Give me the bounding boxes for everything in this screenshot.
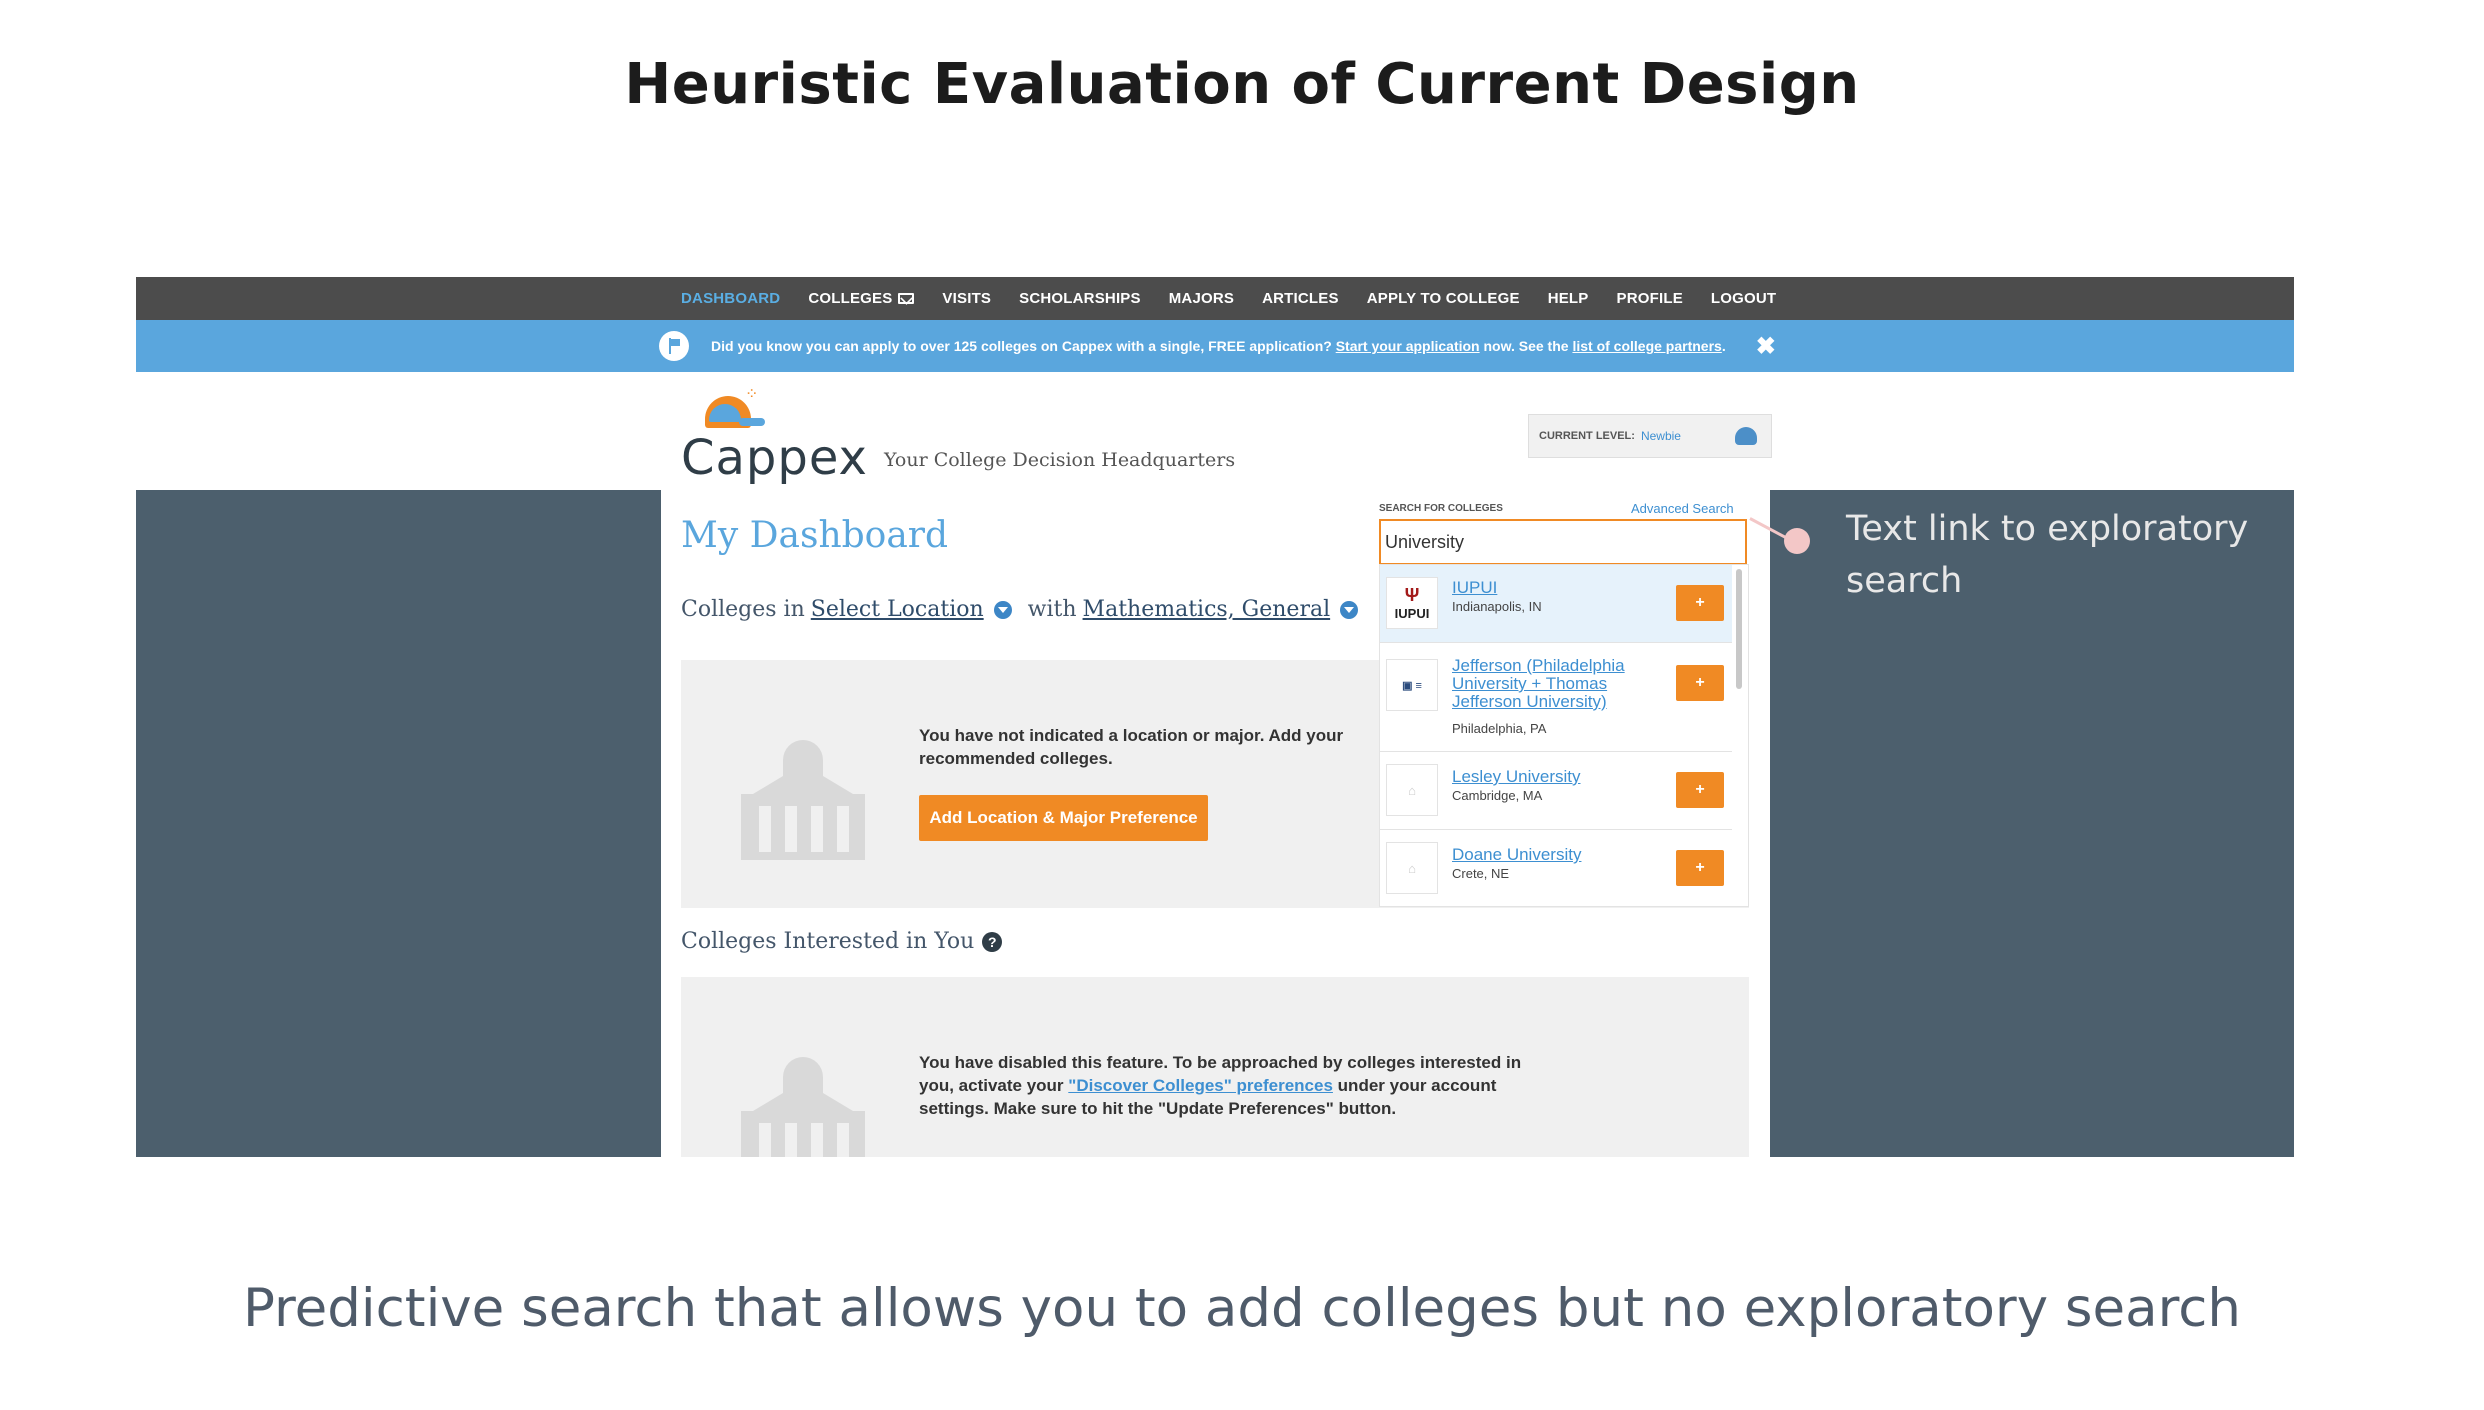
colleges-interested-card: You have disabled this feature. To be ap… <box>681 977 1749 1157</box>
search-result[interactable]: ▣ ≡ Jefferson (Philadelphia University +… <box>1380 643 1732 752</box>
chevron-down-icon[interactable] <box>993 600 1012 619</box>
add-location-major-button[interactable]: Add Location & Major Preference <box>919 795 1208 841</box>
section-title: Colleges Interested in You <box>681 929 975 954</box>
major-link[interactable]: Mathematics, General <box>1083 597 1331 622</box>
level-value: Newbie <box>1640 429 1681 443</box>
chevron-down-icon[interactable] <box>1340 600 1359 619</box>
nav-logout[interactable]: LOGOUT <box>1711 290 1776 307</box>
info-banner: Did you know you can apply to over 125 c… <box>136 320 2294 372</box>
recommendation-filter: Colleges in Select Location with Mathema… <box>681 597 1368 622</box>
nav-colleges-label: COLLEGES <box>808 290 893 307</box>
help-icon[interactable]: ? <box>982 931 1003 952</box>
flag-icon <box>659 331 689 361</box>
annotation-text: Text link to exploratory search <box>1846 509 2249 601</box>
nav-help[interactable]: HELP <box>1548 290 1589 307</box>
result-location: Philadelphia, PA <box>1452 721 1547 736</box>
nav-scholarships[interactable]: SCHOLARSHIPS <box>1019 290 1141 307</box>
college-logo: Ψ IUPUI <box>1386 577 1438 629</box>
colleges-interested-heading: Colleges Interested in You ? <box>681 929 1003 954</box>
result-location: Indianapolis, IN <box>1452 599 1542 614</box>
slide-caption: Predictive search that allows you to add… <box>243 1278 2241 1339</box>
nav-colleges[interactable]: COLLEGES <box>808 290 915 307</box>
nav-profile[interactable]: PROFILE <box>1617 290 1683 307</box>
page-title: My Dashboard <box>681 515 949 556</box>
brand-tagline: Your College Decision Headquarters <box>884 449 1236 471</box>
select-location-link[interactable]: Select Location <box>811 597 984 622</box>
start-application-link[interactable]: Start your application <box>1336 338 1480 354</box>
nav-visits[interactable]: VISITS <box>942 290 991 307</box>
result-name[interactable]: Doane University <box>1452 846 1652 864</box>
search-label: SEARCH FOR COLLEGES <box>1379 503 1503 514</box>
result-location: Crete, NE <box>1452 866 1510 881</box>
info-text-middle: now. See the <box>1483 338 1569 354</box>
screenshot-frame: DASHBOARD COLLEGES VISITS SCHOLARSHIPS M… <box>136 277 2294 1157</box>
info-text-end: . <box>1721 338 1726 354</box>
annotation-dot <box>1784 528 1810 554</box>
cap-logo-icon: ⁘ <box>699 386 765 430</box>
level-icon <box>1735 427 1757 445</box>
result-name[interactable]: Jefferson (Philadelphia University + Tho… <box>1452 657 1652 711</box>
nav-apply-to-college[interactable]: APPLY TO COLLEGE <box>1367 290 1520 307</box>
college-partners-link[interactable]: list of college partners <box>1572 338 1721 354</box>
left-background-panel <box>136 490 661 1157</box>
college-logo-placeholder: ⌂ <box>1386 842 1438 894</box>
result-name[interactable]: IUPUI <box>1452 579 1652 597</box>
empty-state-message: You have not indicated a location or maj… <box>919 726 1344 768</box>
college-logo-placeholder: ⌂ <box>1386 764 1438 816</box>
search-result[interactable]: ⌂ Lesley University Cambridge, MA + <box>1380 752 1732 830</box>
add-college-button[interactable]: + <box>1676 665 1724 701</box>
brand-logo[interactable]: ⁘ Cappex Your College Decision Headquart… <box>681 382 1281 486</box>
school-building-icon <box>733 730 873 860</box>
add-college-button[interactable]: + <box>1676 585 1724 621</box>
nav-articles[interactable]: ARTICLES <box>1262 290 1339 307</box>
dropdown-scrollbar[interactable] <box>1736 569 1742 689</box>
college-search-input[interactable] <box>1379 519 1747 565</box>
filter-prefix: Colleges in <box>681 597 805 622</box>
search-result[interactable]: Ψ IUPUI IUPUI Indianapolis, IN + <box>1380 565 1732 643</box>
discover-colleges-link[interactable]: "Discover Colleges" preferences <box>1068 1076 1333 1095</box>
disabled-feature-message: You have disabled this feature. To be ap… <box>919 1051 1559 1120</box>
slide-title: Heuristic Evaluation of Current Design <box>624 52 1860 117</box>
search-result[interactable]: ⌂ Doane University Crete, NE + <box>1380 830 1732 906</box>
close-icon[interactable]: ✖ <box>1756 332 1776 361</box>
info-text-before: Did you know you can apply to over 125 c… <box>711 338 1332 354</box>
current-level-badge[interactable]: CURRENT LEVEL: Newbie <box>1528 414 1772 458</box>
search-suggestions: Ψ IUPUI IUPUI Indianapolis, IN + ▣ ≡ Jef… <box>1379 564 1749 907</box>
logo-wordmark: Cappex <box>681 430 868 486</box>
nav-majors[interactable]: MAJORS <box>1169 290 1234 307</box>
mail-icon <box>898 293 915 304</box>
result-name[interactable]: Lesley University <box>1452 768 1652 786</box>
advanced-search-link[interactable]: Advanced Search <box>1631 501 1734 516</box>
filter-with: with <box>1027 597 1077 622</box>
nav-dashboard[interactable]: DASHBOARD <box>681 290 780 307</box>
college-logo: ▣ ≡ <box>1386 659 1438 711</box>
result-location: Cambridge, MA <box>1452 788 1543 803</box>
level-label: CURRENT LEVEL: <box>1539 430 1635 442</box>
top-navigation: DASHBOARD COLLEGES VISITS SCHOLARSHIPS M… <box>136 277 2294 320</box>
add-college-button[interactable]: + <box>1676 772 1724 808</box>
school-building-icon <box>733 1047 873 1157</box>
add-college-button[interactable]: + <box>1676 850 1724 886</box>
